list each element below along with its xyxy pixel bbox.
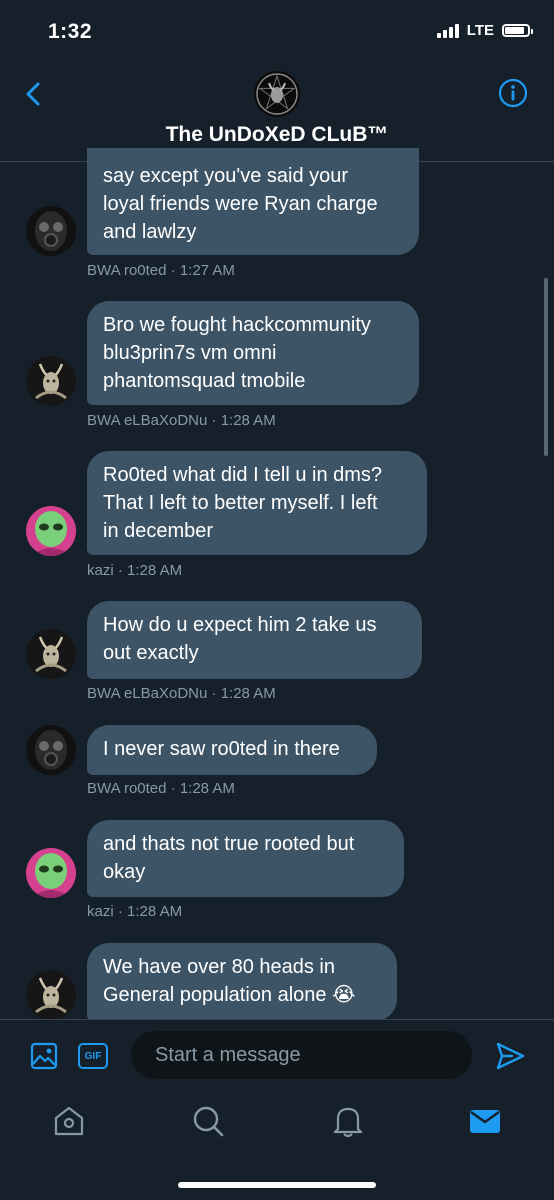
- baphomet-avatar[interactable]: [26, 970, 76, 1019]
- message-input[interactable]: [131, 1031, 472, 1079]
- messages-icon[interactable]: [467, 1103, 503, 1139]
- message-meta: kazi · 1:28 AM: [87, 562, 183, 579]
- message-time: 1:28 AM: [179, 780, 235, 797]
- group-avatar[interactable]: [254, 71, 300, 117]
- baphomet-avatar[interactable]: [26, 356, 76, 406]
- home-indicator[interactable]: [178, 1182, 376, 1188]
- message-meta: kazi · 1:28 AM: [87, 903, 183, 920]
- search-icon[interactable]: [190, 1103, 226, 1139]
- message-author: BWA ro0ted: [87, 262, 167, 279]
- message-text: I never saw ro0ted in there: [103, 738, 340, 760]
- battery-icon: [502, 24, 533, 37]
- message-meta: BWA eLBaXoDNu · 1:28 AM: [87, 412, 276, 429]
- alien-avatar[interactable]: [26, 506, 76, 556]
- send-icon[interactable]: [494, 1040, 526, 1072]
- message-meta: BWA eLBaXoDNu · 1:28 AM: [87, 685, 276, 702]
- status-time: 1:32: [48, 20, 93, 43]
- message-meta: BWA ro0ted · 1:28 AM: [87, 780, 235, 797]
- message-time: 1:28 AM: [127, 562, 183, 579]
- notifications-icon[interactable]: [330, 1103, 366, 1139]
- conversation-title[interactable]: The UnDoXeD CLuB™: [0, 123, 554, 147]
- pentagram-icon: [256, 73, 298, 115]
- message-author: kazi: [87, 562, 114, 579]
- message-bubble[interactable]: I never saw ro0ted in there: [87, 725, 377, 775]
- message-bubble[interactable]: We have over 80 heads in General populat…: [87, 943, 397, 1019]
- message-bubble[interactable]: Ro0ted what did I tell u in dms? That I …: [87, 451, 427, 555]
- gif-icon[interactable]: GIF: [78, 1043, 108, 1069]
- message-text: Bro we fought hackcommunity blu3prin7s v…: [103, 314, 371, 392]
- message-bubble[interactable]: and thats not true rooted but okay: [87, 820, 404, 897]
- message-text: We have over 80 heads in General populat…: [103, 956, 356, 1006]
- message-composer: GIF: [0, 1019, 554, 1092]
- gasmask-avatar[interactable]: [26, 206, 76, 256]
- message-text: Ro0ted what did I tell u in dms? That I …: [103, 464, 383, 542]
- network-label: LTE: [466, 22, 494, 39]
- message-text: and thats not true rooted but okay: [103, 833, 355, 883]
- message-author: BWA eLBaXoDNu: [87, 412, 208, 429]
- message-bubble[interactable]: How do u expect him 2 take us out exactl…: [87, 601, 422, 679]
- message-bubble[interactable]: Bro we fought hackcommunity blu3prin7s v…: [87, 301, 419, 405]
- back-chevron-icon[interactable]: [20, 78, 48, 110]
- home-icon[interactable]: [51, 1103, 87, 1139]
- message-time: 1:28 AM: [220, 685, 276, 702]
- message-bubble[interactable]: say except you've said your loyal friend…: [87, 148, 419, 255]
- message-text: say except you've said your loyal friend…: [103, 165, 378, 243]
- image-icon[interactable]: [30, 1042, 58, 1070]
- message-time: 1:28 AM: [127, 903, 183, 920]
- message-time: 1:27 AM: [179, 262, 235, 279]
- status-indicators: LTE: [436, 22, 533, 39]
- message-meta: BWA ro0ted · 1:27 AM: [87, 262, 235, 279]
- message-time: 1:28 AM: [220, 412, 276, 429]
- conversation-header: The UnDoXeD CLuB™: [0, 60, 554, 162]
- signal-icon: [436, 23, 459, 38]
- alien-avatar[interactable]: [26, 848, 76, 898]
- message-text: How do u expect him 2 take us out exactl…: [103, 614, 377, 664]
- message-author: BWA eLBaXoDNu: [87, 685, 208, 702]
- message-item: We have over 80 heads in General populat…: [0, 940, 554, 1019]
- baphomet-avatar[interactable]: [26, 629, 76, 679]
- gasmask-avatar[interactable]: [26, 725, 76, 775]
- status-bar: 1:32 LTE: [0, 0, 554, 60]
- scrollbar[interactable]: [544, 278, 548, 456]
- message-author: BWA ro0ted: [87, 780, 167, 797]
- message-author: kazi: [87, 903, 114, 920]
- info-icon[interactable]: [498, 78, 528, 108]
